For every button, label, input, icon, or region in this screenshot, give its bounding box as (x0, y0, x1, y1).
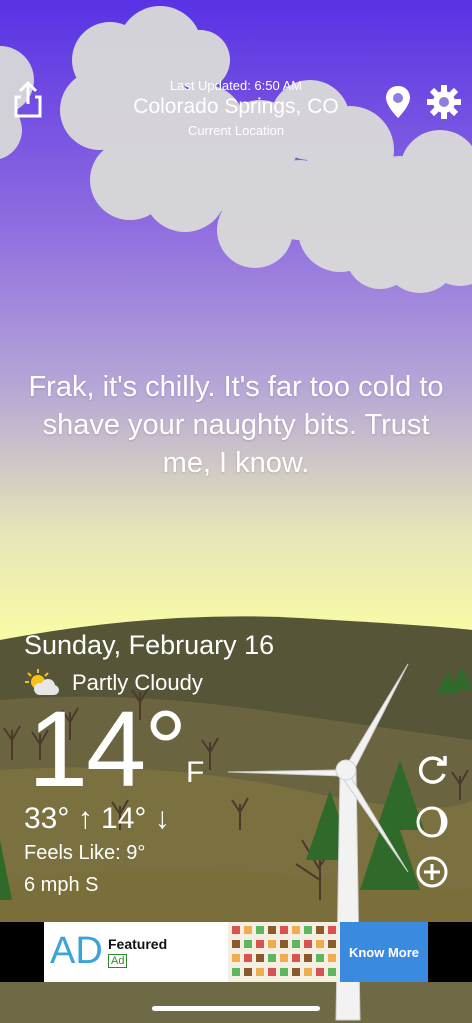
settings-button[interactable] (426, 84, 462, 120)
weather-quip: Frak, it's chilly. It's far too cold to … (28, 371, 444, 479)
current-date: Sunday, February 16 (24, 630, 275, 660)
ad-cta-button[interactable]: Know More (340, 922, 428, 982)
location-button[interactable] (384, 84, 412, 120)
wind-speed: 6 mph S (24, 874, 99, 896)
refresh-button[interactable] (414, 752, 450, 788)
share-button[interactable] (12, 80, 44, 120)
location-pin-icon (386, 86, 410, 118)
ad-title: Featured (108, 936, 168, 952)
ad-logo: AD (50, 930, 103, 972)
weather-scene-background (0, 0, 472, 1023)
add-location-icon (416, 856, 448, 888)
refresh-icon (418, 756, 447, 784)
moon-phase-icon (416, 806, 448, 838)
last-updated: Last Updated: 6:50 AM (169, 78, 303, 93)
home-indicator[interactable] (152, 1006, 320, 1011)
ad-image (228, 922, 340, 982)
settings-gear-icon (427, 85, 461, 119)
add-location-button[interactable] (414, 854, 450, 890)
temperature-unit: F (186, 756, 205, 789)
feels-like: Feels Like: 9° (24, 842, 146, 864)
high-low-temperature: 33° ↑ 14° ↓ (24, 802, 170, 835)
share-icon (14, 80, 42, 118)
location-subtitle: Current Location (187, 123, 285, 138)
ad-badge: Ad (108, 954, 128, 968)
ad-content[interactable]: AD Featured Ad Know More (44, 922, 428, 982)
current-temperature: 14° (28, 688, 187, 809)
moon-phase-button[interactable] (414, 804, 450, 840)
ad-banner[interactable]: AD Featured Ad Know More (0, 922, 472, 982)
location-name: Colorado Springs, CO (133, 95, 339, 118)
